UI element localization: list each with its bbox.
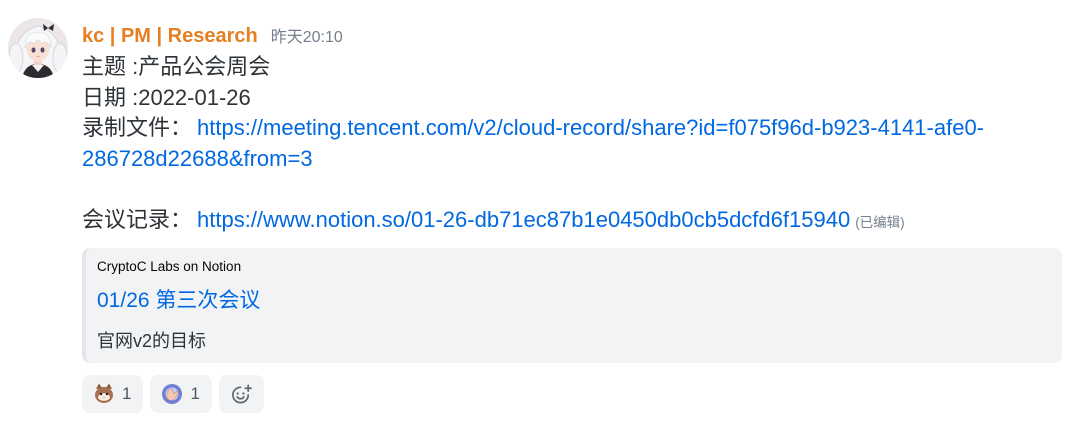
user-avatar[interactable] [8,18,68,78]
notes-line: 会议记录： https://www.notion.so/01-26-db71ec8… [82,205,1062,239]
reactions-bar: 1 1 [82,375,1062,413]
timestamp: 昨天20:10 [270,29,343,46]
date-line: 日期 :2022-01-26 [82,83,1062,114]
add-reaction-button[interactable] [218,375,264,413]
cat-emoji-icon [92,382,116,406]
reaction-count: 1 [122,384,132,403]
notes-label: 会议记录： [82,206,193,232]
recording-line: 录制文件： https://meeting.tencent.com/v2/clou… [82,113,1062,174]
topic-text: 主题 :产品公会周会 [82,54,271,79]
embed-title-link[interactable]: 01/26 第三次会议 [97,287,1046,315]
reaction-cat[interactable]: 1 [82,375,144,413]
link-embed: CryptoC Labs on Notion 01/26 第三次会议 官网v2的… [82,248,1062,363]
embed-description: 官网v2的目标 [97,331,207,351]
recording-link[interactable]: https://meeting.tencent.com/v2/cloud-rec… [82,115,984,171]
topic-line: 主题 :产品公会周会 [82,52,1062,83]
reaction-count: 1 [190,384,200,403]
message-body: 主题 :产品公会周会 日期 :2022-01-26 录制文件： https://m… [82,52,1062,238]
notes-link[interactable]: https://www.notion.so/01-26-db71ec87b1e0… [197,207,850,232]
recording-label: 录制文件： [82,115,193,140]
custom-emoji-icon [160,382,184,406]
add-reaction-icon [230,383,253,406]
embed-provider: CryptoC Labs on Notion [97,259,242,274]
edited-marker: (已编辑) [855,214,905,230]
username[interactable]: kc | PM | Research [82,25,258,47]
date-text: 日期 :2022-01-26 [82,84,251,110]
message-header: kc | PM | Research 昨天20:10 [82,20,1062,52]
reaction-custom[interactable]: 1 [150,375,212,413]
message-content: kc | PM | Research 昨天20:10 主题 :产品公会周会 日期 … [82,20,1062,413]
